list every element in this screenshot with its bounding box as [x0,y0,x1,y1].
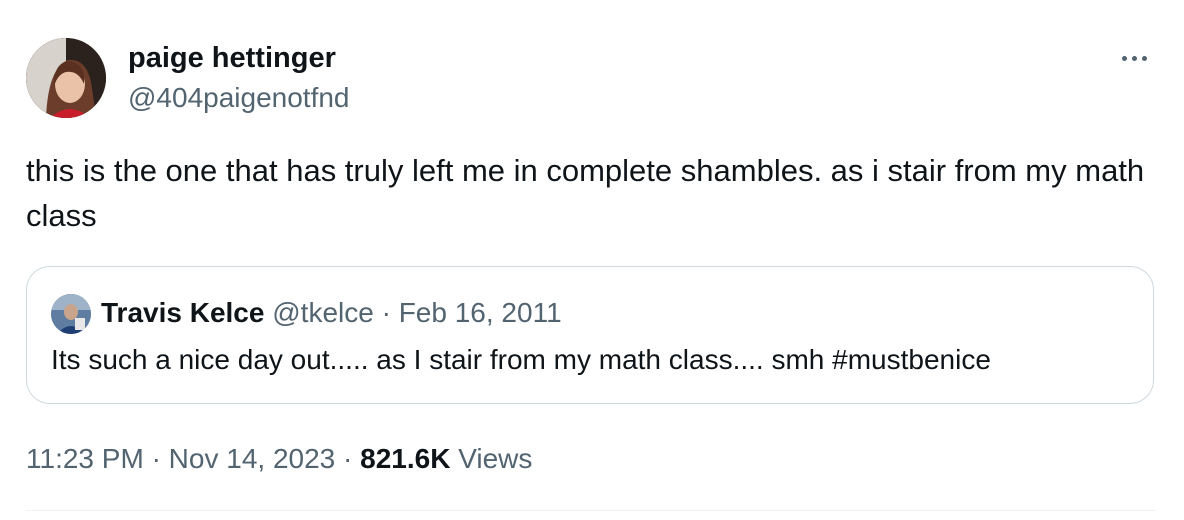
tweet-time[interactable]: 11:23 PM [26,443,144,474]
more-dot [1141,55,1147,61]
quoted-author-handle[interactable]: @tkelce [272,297,374,328]
tweet-card: paige hettinger @404paigenotfnd this is … [0,0,1184,520]
more-dot [1121,55,1127,61]
quoted-meta-separator: · [381,297,391,328]
more-dot [1131,55,1137,61]
quoted-tweet-date[interactable]: Feb 16, 2011 [399,297,562,328]
author-display-name[interactable]: paige hettinger [128,40,336,76]
meta-separator: · [343,443,353,474]
quoted-author-avatar [51,294,91,334]
tweet-text: this is the one that has truly left me i… [26,153,1145,233]
views-label: Views [458,443,533,474]
quoted-tweet-header: Travis Kelce @tkelce · Feb 16, 2011 [101,295,562,331]
author-handle[interactable]: @404paigenotfnd [128,80,350,116]
author-avatar[interactable] [26,38,106,118]
quoted-tweet-text: Its such a nice day out..... as I stair … [51,344,991,375]
tweet-meta: 11:23 PM · Nov 14, 2023 · 821.6K Views [26,440,532,478]
views-count[interactable]: 821.6K [360,443,450,474]
quoted-tweet[interactable]: Travis Kelce @tkelce · Feb 16, 2011 Its … [26,266,1154,404]
tweet-date[interactable]: Nov 14, 2023 [169,443,336,474]
more-options-icon[interactable] [1114,44,1154,72]
quoted-author-name[interactable]: Travis Kelce [101,297,264,328]
meta-separator: · [151,443,161,474]
divider [26,510,1156,511]
